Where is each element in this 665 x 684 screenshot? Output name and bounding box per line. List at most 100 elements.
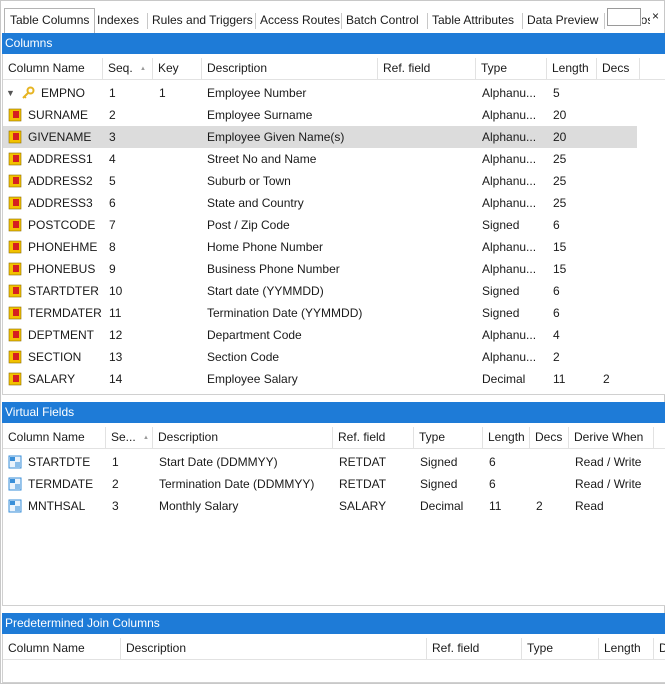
header-column-name[interactable]: Column Name <box>4 427 106 448</box>
header-column-name[interactable]: Column Name <box>4 638 121 659</box>
header-ref-field[interactable]: Ref. field <box>334 427 414 448</box>
column-length: 6 <box>489 477 496 491</box>
column-icon <box>8 372 22 386</box>
column-description: State and Country <box>207 196 304 210</box>
column-description: Post / Zip Code <box>207 218 290 232</box>
column-ref-field <box>383 368 476 390</box>
column-ref-field <box>383 324 476 346</box>
table-row[interactable]: DEPTMENT 12 Department Code Alphanu... 4 <box>3 324 665 346</box>
header-key[interactable]: Key <box>154 58 202 79</box>
header-description[interactable]: Description <box>203 58 378 79</box>
column-seq: 6 <box>109 196 116 210</box>
column-ref-field: RETDAT <box>339 455 387 469</box>
column-derive-when: Read / Write <box>575 455 642 469</box>
header-type[interactable]: Type <box>477 58 547 79</box>
column-name: STARTDTER <box>28 284 99 298</box>
column-ref-field <box>383 170 476 192</box>
column-name: PHONEHME <box>28 240 98 254</box>
key-icon <box>22 86 35 99</box>
column-decs: 2 <box>536 499 543 513</box>
expand-arrow-icon[interactable]: ▼ <box>6 82 16 104</box>
table-row[interactable]: STARTDTE 1 Start Date (DDMMYY) RETDAT Signed… <box>3 451 665 473</box>
header-type[interactable]: Type <box>523 638 599 659</box>
column-description: Section Code <box>207 350 280 364</box>
table-editor: Table Columns Indexes Rules and Triggers… <box>0 0 665 684</box>
header-length[interactable]: Length <box>600 638 654 659</box>
header-decs[interactable]: Decs <box>531 427 569 448</box>
column-key <box>159 302 202 324</box>
column-ref-field <box>383 236 476 258</box>
header-ref-field[interactable]: Ref. field <box>428 638 522 659</box>
table-row[interactable]: SECTION 13 Section Code Alphanu... 2 <box>3 346 665 368</box>
column-decs <box>603 346 639 368</box>
header-type[interactable]: Type <box>415 427 483 448</box>
column-type: Signed <box>482 306 520 320</box>
table-row[interactable]: TERMDATER 11 Termination Date (YYMMDD) Sign… <box>3 302 665 324</box>
column-decs <box>603 324 639 346</box>
header-description[interactable]: Description <box>122 638 427 659</box>
columns-section-header: Columns <box>2 33 665 54</box>
column-length: 20 <box>553 130 567 144</box>
column-name: EMPNO <box>41 86 86 100</box>
column-name: STARTDTE <box>28 455 91 469</box>
column-length: 6 <box>553 284 560 298</box>
header-derive-when[interactable]: Derive When <box>570 427 654 448</box>
table-row[interactable]: ADDRESS3 6 State and Country Alphanu... 25 <box>3 192 665 214</box>
column-description: Termination Date (YYMMDD) <box>207 306 363 320</box>
table-row[interactable]: ADDRESS1 4 Street No and Name Alphanu... 25 <box>3 148 665 170</box>
header-length[interactable]: Length <box>484 427 530 448</box>
column-description: Employee Salary <box>207 372 298 386</box>
column-name: SECTION <box>28 350 82 364</box>
column-ref-field <box>383 346 476 368</box>
close-icon[interactable]: × <box>652 7 659 25</box>
column-key <box>159 126 202 148</box>
header-column-name[interactable]: Column Name <box>4 58 103 79</box>
column-type: Alphanu... <box>482 196 537 210</box>
tab-indexes[interactable]: Indexes <box>92 10 144 32</box>
column-key <box>159 148 202 170</box>
column-derive-when: Read <box>575 499 604 513</box>
column-ref-field <box>383 302 476 324</box>
column-type: Alphanu... <box>482 130 537 144</box>
virtual-grid-header: Column Name Se... ▲ Description Ref. fie… <box>3 427 665 449</box>
column-type: Signed <box>420 477 458 491</box>
column-name: TERMDATE <box>28 477 94 491</box>
tab-access-routes[interactable]: Access Routes <box>255 10 345 32</box>
header-ref-field[interactable]: Ref. field <box>379 58 476 79</box>
header-length[interactable]: Length <box>548 58 597 79</box>
table-row[interactable]: SALARY 14 Employee Salary Decimal 11 2 <box>3 368 665 390</box>
tab-rules-and-triggers[interactable]: Rules and Triggers <box>147 10 258 32</box>
tab-table-columns[interactable]: Table Columns <box>4 8 96 35</box>
column-type: Signed <box>420 455 458 469</box>
table-row[interactable]: PHONEHME 8 Home Phone Number Alphanu... 15 <box>3 236 665 258</box>
table-row[interactable]: GIVENAME 3 Employee Given Name(s) Alphanu..… <box>3 126 637 148</box>
header-decs[interactable]: Decs <box>598 58 640 79</box>
table-row[interactable]: MNTHSAL 3 Monthly Salary SALARY Decimal 11 2 Re… <box>3 495 665 517</box>
column-key <box>159 368 202 390</box>
header-decs[interactable]: D <box>655 638 665 659</box>
tab-data-preview[interactable]: Data Preview <box>522 10 603 32</box>
column-key <box>159 192 202 214</box>
table-row[interactable]: TERMDATE 2 Termination Date (DDMMYY) RETDAT… <box>3 473 665 495</box>
column-description: Employee Given Name(s) <box>207 130 345 144</box>
table-row[interactable]: PHONEBUS 9 Business Phone Number Alphanu...… <box>3 258 665 280</box>
table-row[interactable]: ▼ EMPNO 1 1 Employee Number Alphanu... 5 <box>3 82 665 104</box>
column-seq: 9 <box>109 262 116 276</box>
table-row[interactable]: ADDRESS2 5 Suburb or Town Alphanu... 25 <box>3 170 665 192</box>
tab-partial[interactable]: Cross <box>642 10 650 32</box>
column-key <box>159 236 202 258</box>
join-columns-section-header: Predetermined Join Columns <box>2 613 665 634</box>
tab-batch-control[interactable]: Batch Control <box>341 10 424 32</box>
table-row[interactable]: SURNAME 2 Employee Surname Alphanu... 20 <box>3 104 665 126</box>
table-row[interactable]: POSTCODE 7 Post / Zip Code Signed 6 <box>3 214 665 236</box>
column-seq: 10 <box>109 284 123 298</box>
column-length: 4 <box>553 328 560 342</box>
tab-table-attributes[interactable]: Table Attributes <box>427 10 519 32</box>
column-seq: 12 <box>109 328 123 342</box>
column-icon <box>8 240 22 254</box>
header-description[interactable]: Description <box>154 427 333 448</box>
tab-overflow-box[interactable] <box>607 8 641 26</box>
column-icon <box>8 108 22 122</box>
table-row[interactable]: STARTDTER 10 Start date (YYMMDD) Signed 6 <box>3 280 665 302</box>
column-type: Alphanu... <box>482 262 537 276</box>
